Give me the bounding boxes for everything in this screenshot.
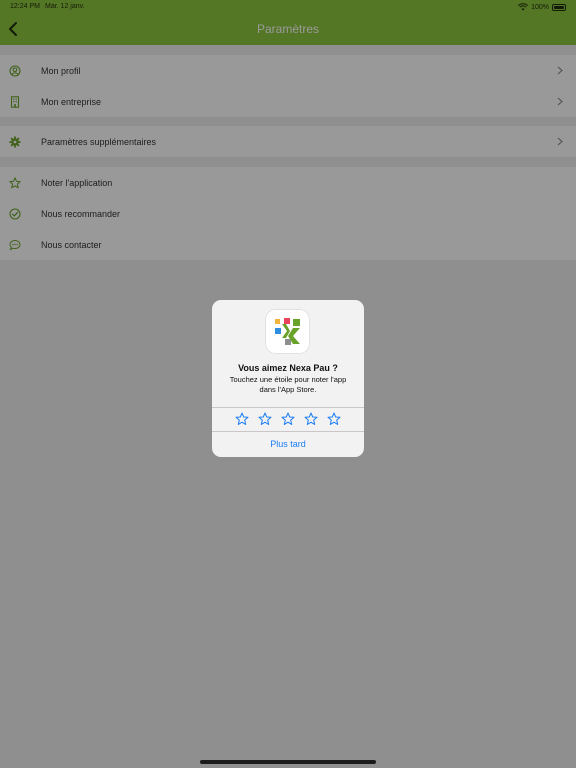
star-5-icon[interactable]: [327, 412, 341, 426]
later-button[interactable]: Plus tard: [212, 431, 364, 457]
star-3-icon[interactable]: [281, 412, 295, 426]
app-logo: [266, 310, 309, 353]
dialog-title: Vous aimez Nexa Pau ?: [238, 363, 338, 373]
nexa-logo-icon: [275, 318, 300, 345]
dialog-message: Touchez une étoile pour noter l'app dans…: [229, 375, 347, 394]
home-indicator[interactable]: [200, 760, 376, 764]
star-2-icon[interactable]: [258, 412, 272, 426]
star-rating: [212, 408, 364, 430]
star-1-icon[interactable]: [235, 412, 249, 426]
rating-dialog: Vous aimez Nexa Pau ? Touchez une étoile…: [212, 300, 364, 457]
star-4-icon[interactable]: [304, 412, 318, 426]
